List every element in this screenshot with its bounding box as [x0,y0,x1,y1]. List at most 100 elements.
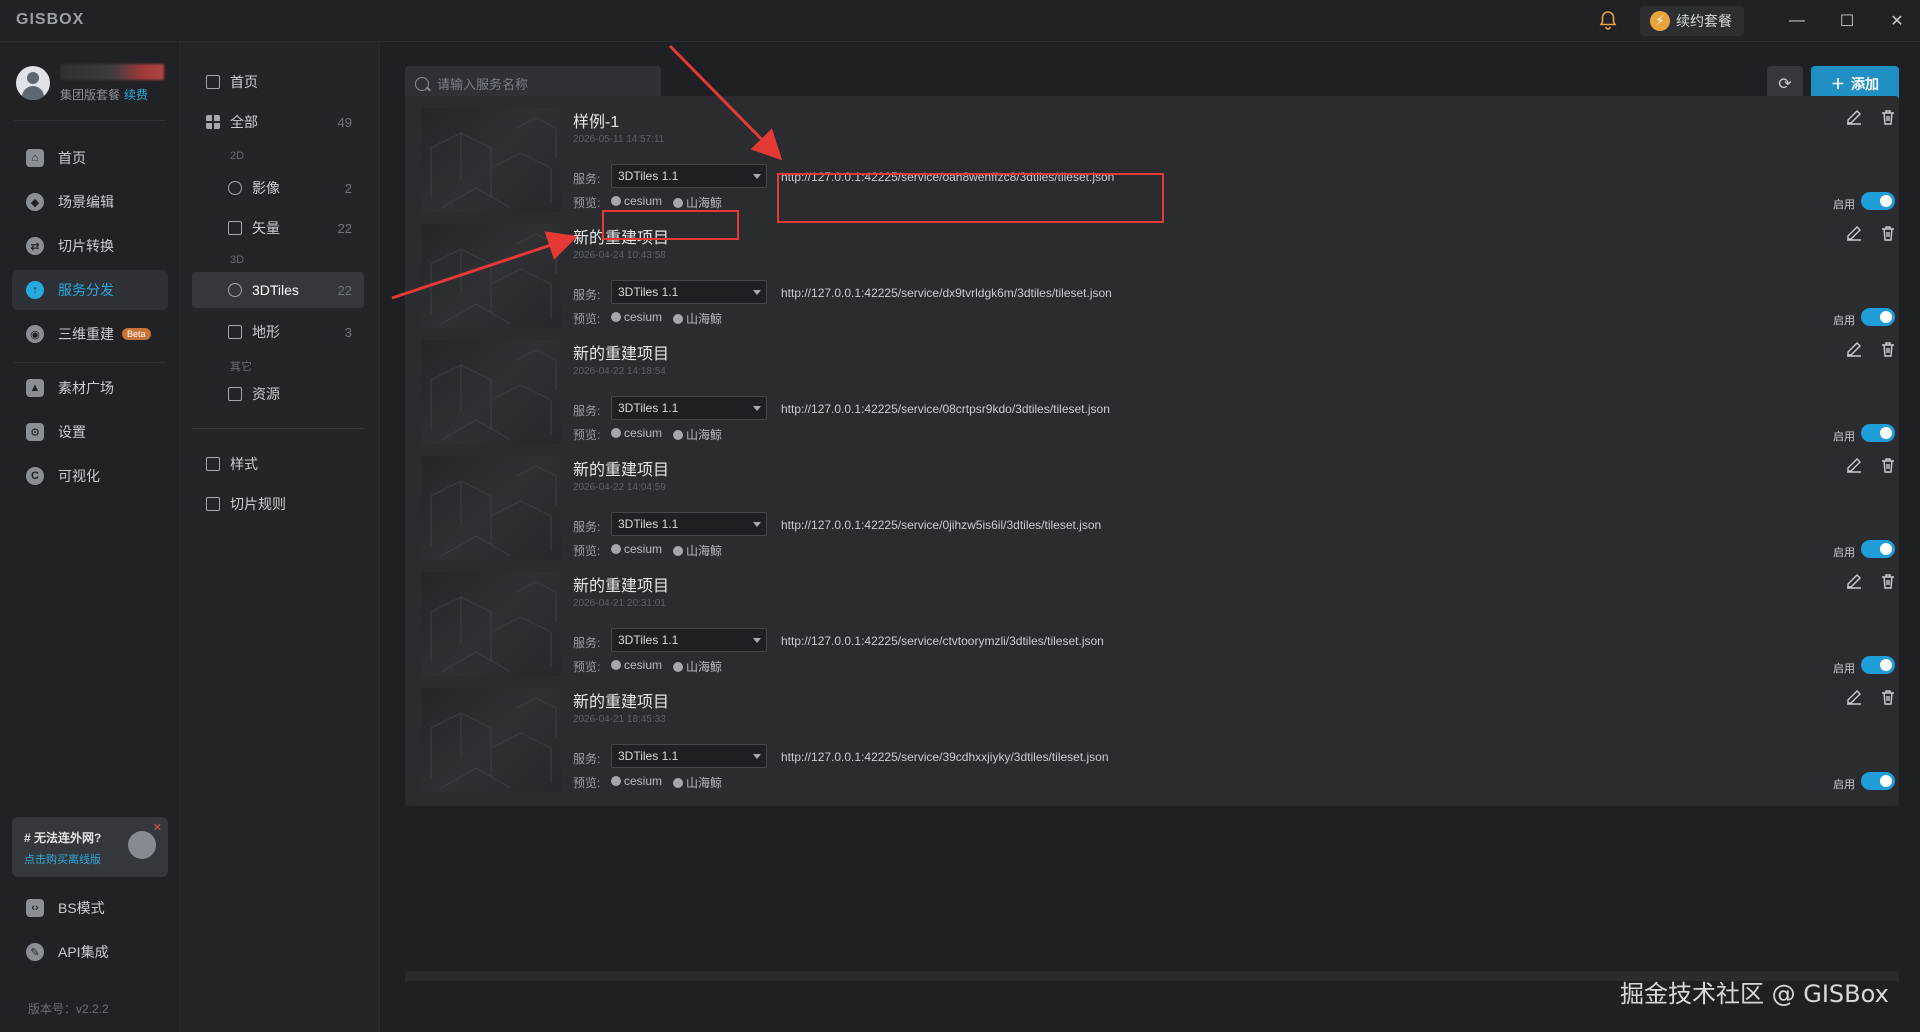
sidebar-item-label: 可视化 [58,468,100,484]
offline-promo-banner[interactable]: # 无法连外网? 点击购买离线版 ✕ [12,817,168,877]
promo-link[interactable]: 点击购买离线版 [24,851,101,867]
shanhai-icon [673,313,683,324]
trash-icon[interactable] [1879,572,1897,590]
preview-shanhai-link[interactable]: 山海鲸 [673,194,722,211]
close-icon[interactable]: ✕ [153,821,162,834]
sidebar-item-scene-edit[interactable]: ◆ 场景编辑 [12,182,168,222]
sidebar-item-label: 切片转换 [58,238,114,254]
service-card[interactable]: 新的重建项目 2026-04-21 20:31:01 服务: 3DTiles 1.1 h… [405,560,1899,690]
rules-icon [206,497,220,511]
category-label: 矢量 [252,220,280,236]
satellite-icon [228,181,242,195]
enable-toggle[interactable] [1861,656,1895,674]
lightning-icon: ⚡ [1650,11,1670,31]
sidebar-item-service-publish[interactable]: ↑ 服务分发 [12,270,168,310]
trash-icon[interactable] [1879,456,1897,474]
cesium-icon [611,428,621,438]
enable-toggle[interactable] [1861,192,1895,210]
preview-shanhai-link[interactable]: 山海鲸 [673,774,722,791]
sidebar-item-visualization[interactable]: C 可视化 [12,456,168,496]
folder-icon [228,387,242,401]
service-thumbnail [421,340,561,444]
service-type-select[interactable]: 3DTiles 1.1 [611,396,767,420]
enable-toggle[interactable] [1861,308,1895,326]
service-type-value: 3DTiles 1.1 [618,285,679,299]
preview-shanhai-link[interactable]: 山海鲸 [673,542,722,559]
maximize-icon[interactable]: ☐ [1834,8,1860,34]
trash-icon[interactable] [1879,340,1897,358]
edit-icon[interactable] [1845,224,1863,242]
service-type-select[interactable]: 3DTiles 1.1 [611,744,767,768]
service-url[interactable]: http://127.0.0.1:42225/service/39cdhxxji… [781,750,1109,764]
enable-label: 启用 [1833,663,1855,675]
preview-cesium-link[interactable]: cesium [611,542,662,556]
enable-toggle[interactable] [1861,424,1895,442]
category-home[interactable]: 首页 [192,64,364,100]
trash-icon[interactable] [1879,688,1897,706]
sidebar-item-settings[interactable]: ⚙ 设置 [12,412,168,452]
category-all[interactable]: 全部 49 [192,104,364,140]
renew-plan-button[interactable]: ⚡ 续约套餐 [1640,6,1744,36]
service-url[interactable]: http://127.0.0.1:42225/service/ctvtoorym… [781,634,1104,648]
preview-cesium-link[interactable]: cesium [611,194,662,208]
service-url[interactable]: http://127.0.0.1:42225/service/08crtpsr9… [781,402,1110,416]
category-tile-rules[interactable]: 切片规则 [192,486,364,522]
preview-cesium-link[interactable]: cesium [611,774,662,788]
bell-icon[interactable] [1596,9,1620,33]
sidebar-item-asset-market[interactable]: ▲ 素材广场 [12,368,168,408]
service-date: 2026-04-22 14:18:54 [573,366,666,377]
service-title: 样例-1 [573,114,620,131]
preview-label: 预览: [573,660,601,674]
close-icon[interactable]: ✕ [1884,8,1910,34]
edit-icon[interactable] [1845,688,1863,706]
category-style[interactable]: 样式 [192,446,364,482]
minimize-icon[interactable]: — [1784,8,1810,34]
cesium-icon [611,312,621,322]
sidebar-item-tile-convert[interactable]: ⇄ 切片转换 [12,226,168,266]
renew-link[interactable]: 续费 [124,88,148,102]
service-type-select[interactable]: 3DTiles 1.1 [611,280,767,304]
enable-label: 启用 [1833,315,1855,327]
edit-icon[interactable] [1845,456,1863,474]
category-3dtiles[interactable]: 3DTiles 22 [192,272,364,308]
service-type-select[interactable]: 3DTiles 1.1 [611,628,767,652]
edit-icon[interactable] [1845,572,1863,590]
edit-icon[interactable] [1845,108,1863,126]
user-profile[interactable]: 集团版套餐 续费 [16,62,176,106]
trash-icon[interactable] [1879,224,1897,242]
service-type-select[interactable]: 3DTiles 1.1 [611,164,767,188]
preview-shanhai-link[interactable]: 山海鲸 [673,426,722,443]
sidebar-item-3d-reconstruct[interactable]: ◉ 三维重建 Beta [12,314,168,354]
service-type-select[interactable]: 3DTiles 1.1 [611,512,767,536]
category-terrain[interactable]: 地形 3 [192,314,364,350]
category-vector[interactable]: 矢量 22 [192,210,364,246]
preview-shanhai-link[interactable]: 山海鲸 [673,658,722,675]
category-label: 切片规则 [230,496,286,512]
sidebar-item-home[interactable]: ⌂ 首页 [12,138,168,178]
category-resources[interactable]: 资源 [192,376,364,412]
enable-toggle[interactable] [1861,540,1895,558]
category-imagery[interactable]: 影像 2 [192,170,364,206]
service-url[interactable]: http://127.0.0.1:42225/service/0jihzw5is… [781,518,1101,532]
chart-icon: C [26,467,44,485]
sidebar-item-bs-mode[interactable]: ‹› BS模式 [12,888,168,928]
edit-icon[interactable] [1845,340,1863,358]
enable-toggle[interactable] [1861,772,1895,790]
preview-cesium-link[interactable]: cesium [611,310,662,324]
search-input[interactable] [437,76,637,92]
trash-icon[interactable] [1879,108,1897,126]
preview-shanhai-link[interactable]: 山海鲸 [673,310,722,327]
avatar[interactable] [16,66,50,100]
preview-cesium-link[interactable]: cesium [611,658,662,672]
service-card[interactable]: 新的重建项目 2026-04-22 14:04:59 服务: 3DTiles 1.1 h… [405,444,1899,574]
cesium-icon [611,776,621,786]
preview-cesium-link[interactable]: cesium [611,426,662,440]
service-type-value: 3DTiles 1.1 [618,633,679,647]
preview-cesium-label: cesium [624,658,663,672]
service-card[interactable]: 新的重建项目 2026-04-22 14:18:54 服务: 3DTiles 1.1 h… [405,328,1899,458]
sidebar-item-api[interactable]: ✎ API集成 [12,932,168,972]
service-card[interactable]: 新的重建项目 2026-04-21 18:45:33 服务: 3DTiles 1.1 h… [405,676,1899,806]
service-date: 2026-04-22 14:04:59 [573,482,666,493]
service-url[interactable]: http://127.0.0.1:42225/service/dx9tvrldg… [781,286,1112,300]
service-thumbnail [421,572,561,676]
